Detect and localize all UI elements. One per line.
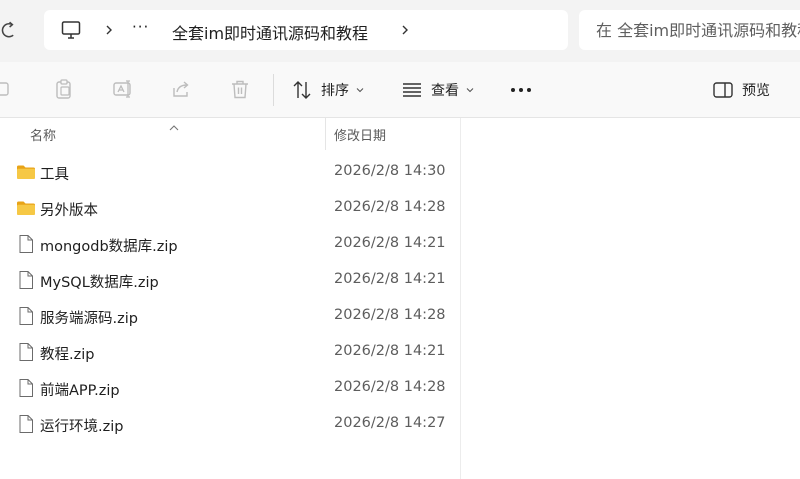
sort-icon [293, 81, 311, 99]
file-icon [16, 234, 36, 254]
column-header-date-modified[interactable]: 修改日期 [334, 125, 386, 144]
file-icon [16, 270, 36, 290]
list-item[interactable]: 另外版本 2026/2/8 14:28 [0, 190, 460, 226]
file-name: MySQL数据库.zip [40, 275, 159, 291]
file-icon [16, 378, 36, 398]
command-bar: 排序 查看 预览 [0, 62, 800, 118]
more-options-button[interactable] [508, 80, 534, 100]
sort-button[interactable]: 排序 [291, 76, 365, 104]
column-resize-handle[interactable] [325, 118, 326, 150]
refresh-icon[interactable] [0, 19, 22, 43]
file-name: 工具 [40, 167, 69, 183]
breadcrumb-chevron-icon[interactable] [398, 21, 412, 39]
column-header-name[interactable]: 名称 [30, 125, 56, 144]
more-icon [511, 88, 531, 92]
breadcrumb-chevron-icon[interactable] [102, 21, 116, 39]
column-header-row: 名称 修改日期 [0, 118, 460, 150]
file-date: 2026/2/8 14:21 [334, 271, 446, 287]
list-item[interactable]: 前端APP.zip 2026/2/8 14:28 [0, 370, 460, 406]
chevron-down-icon [356, 88, 364, 93]
folder-icon [16, 198, 36, 218]
preview-label: 预览 [742, 83, 770, 99]
copy-icon[interactable] [53, 78, 75, 100]
this-pc-icon[interactable] [60, 19, 82, 41]
file-name: 教程.zip [40, 347, 95, 363]
file-name: 服务端源码.zip [40, 311, 138, 327]
file-date: 2026/2/8 14:21 [334, 343, 446, 359]
file-icon [16, 414, 36, 434]
file-name: 另外版本 [40, 203, 98, 219]
file-date: 2026/2/8 14:27 [334, 415, 446, 431]
list-item[interactable]: 运行环境.zip 2026/2/8 14:27 [0, 406, 460, 442]
file-date: 2026/2/8 14:28 [334, 379, 446, 395]
sort-ascending-icon [168, 118, 180, 131]
breadcrumb-overflow-button[interactable]: ··· [132, 18, 149, 36]
file-date: 2026/2/8 14:30 [334, 163, 446, 179]
file-icon [16, 342, 36, 362]
delete-icon[interactable] [229, 78, 251, 100]
breadcrumb-current-folder[interactable]: 全套im即时通讯源码和教程 [172, 20, 368, 44]
address-bar-row: ··· 全套im即时通讯源码和教程 [0, 0, 800, 62]
list-item[interactable]: 工具 2026/2/8 14:30 [0, 154, 460, 190]
list-item[interactable]: mongodb数据库.zip 2026/2/8 14:21 [0, 226, 460, 262]
column-divider [460, 118, 461, 479]
file-date: 2026/2/8 14:21 [334, 235, 446, 251]
share-icon[interactable] [170, 78, 192, 100]
list-item[interactable]: 教程.zip 2026/2/8 14:21 [0, 334, 460, 370]
file-date: 2026/2/8 14:28 [334, 199, 446, 215]
view-button[interactable]: 查看 [401, 76, 475, 104]
address-bar[interactable]: ··· 全套im即时通讯源码和教程 [44, 10, 568, 50]
list-item[interactable]: MySQL数据库.zip 2026/2/8 14:21 [0, 262, 460, 298]
view-label: 查看 [431, 83, 459, 99]
file-name: 运行环境.zip [40, 419, 124, 435]
preview-pane-icon [713, 82, 733, 98]
chevron-down-icon [466, 88, 474, 93]
file-name: mongodb数据库.zip [40, 239, 178, 255]
rename-icon[interactable] [112, 78, 134, 100]
search-box[interactable] [579, 10, 800, 50]
view-icon [403, 83, 421, 97]
file-icon [16, 306, 36, 326]
toolbar-divider [273, 74, 274, 106]
file-name: 前端APP.zip [40, 383, 120, 399]
list-item[interactable]: 服务端源码.zip 2026/2/8 14:28 [0, 298, 460, 334]
sort-label: 排序 [321, 83, 349, 99]
cut-icon[interactable] [0, 78, 14, 100]
folder-icon [16, 162, 36, 182]
file-date: 2026/2/8 14:28 [334, 307, 446, 323]
search-input[interactable] [596, 19, 800, 41]
file-list: 名称 修改日期 工具 2026/2/8 14:30 另外版本 2026/2/8 … [0, 118, 800, 479]
preview-pane-button[interactable]: 预览 [712, 76, 770, 104]
